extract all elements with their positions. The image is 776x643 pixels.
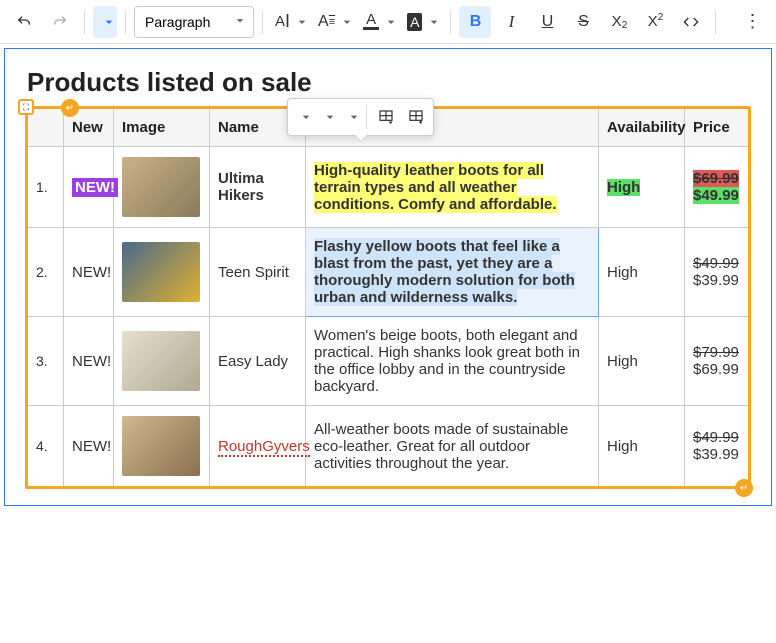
cell-availability[interactable]: High (599, 406, 685, 487)
table-floating-toolbar (287, 98, 434, 136)
heading-select-input[interactable]: Paragraph (134, 6, 254, 38)
chevron-down-icon (322, 109, 338, 125)
product-image[interactable] (122, 242, 200, 302)
cell-image[interactable] (114, 406, 210, 487)
th-price[interactable]: Price (685, 109, 749, 147)
table-row: 3. NEW! Easy Lady Women's beige boots, b… (28, 317, 749, 406)
cell-num[interactable]: 4. (28, 406, 64, 487)
cell-new[interactable]: NEW! (64, 228, 114, 317)
cell-new[interactable]: NEW! (64, 317, 114, 406)
cell-image[interactable] (114, 228, 210, 317)
undo-button[interactable] (8, 6, 40, 38)
cell-availability[interactable]: High (599, 147, 685, 228)
table-row: 4. NEW! RoughGyvers All-weather boots ma… (28, 406, 749, 487)
table-row: 2. NEW! Teen Spirit Flashy yellow boots … (28, 228, 749, 317)
price-new: $39.99 (693, 272, 739, 289)
cell-name[interactable]: Easy Lady (210, 317, 306, 406)
bold-button[interactable]: B (459, 6, 491, 38)
separator (125, 10, 126, 34)
cell-description[interactable]: Women's beige boots, both elegant and pr… (306, 317, 599, 406)
cell-num[interactable]: 2. (28, 228, 64, 317)
table-selection-handle-t[interactable]: ↵ (61, 99, 79, 117)
cell-availability[interactable]: High (599, 228, 685, 317)
chevron-down-icon (339, 14, 355, 30)
cell-description[interactable]: Flashy yellow boots that feel like a bla… (306, 228, 599, 317)
code-button[interactable] (675, 6, 707, 38)
separator (262, 10, 263, 34)
font-size-button[interactable]: AI (271, 6, 310, 38)
cell-description[interactable]: All-weather boots made of sustainable ec… (306, 406, 599, 487)
product-image[interactable] (122, 157, 200, 217)
editor-root: Paragraph AI A≡ A A B I U S X2 X2 (0, 0, 776, 643)
table-row-button[interactable] (314, 101, 338, 133)
cell-price[interactable]: $49.99 $39.99 (685, 228, 749, 317)
paint-format-button[interactable] (93, 6, 117, 38)
price-new: $49.99 (693, 187, 739, 204)
font-family-button[interactable]: A≡ (314, 6, 355, 38)
subscript-button[interactable]: X2 (603, 6, 635, 38)
cell-new[interactable]: NEW! (64, 406, 114, 487)
product-image[interactable] (122, 416, 200, 476)
cell-price[interactable]: $69.99 $49.99 (685, 147, 749, 228)
price-new: $69.99 (693, 361, 739, 378)
price-new: $39.99 (693, 446, 739, 463)
cell-description[interactable]: High-quality leather boots for all terra… (306, 147, 599, 228)
chevron-down-icon (383, 14, 399, 30)
cell-name[interactable]: Teen Spirit (210, 228, 306, 317)
underline-button[interactable]: U (531, 6, 563, 38)
chevron-down-icon (346, 109, 362, 125)
cell-name[interactable]: Ultima Hikers (210, 147, 306, 228)
heading-select[interactable]: Paragraph (134, 6, 254, 38)
price-old: $49.99 (693, 255, 739, 272)
strikethrough-button[interactable]: S (567, 6, 599, 38)
cell-image[interactable] (114, 147, 210, 228)
cell-availability[interactable]: High (599, 317, 685, 406)
chevron-down-icon (426, 14, 442, 30)
cell-image[interactable] (114, 317, 210, 406)
products-table[interactable]: New Image Name Description Availability … (27, 108, 749, 487)
new-badge: NEW! (72, 178, 118, 197)
separator (84, 10, 85, 34)
table-selection-handle-tl[interactable]: ⛶ (18, 99, 34, 115)
table-container: ⛶ ↵ ↵ New Image Name Description Availab… (27, 108, 749, 487)
table-row: 1. NEW! Ultima Hikers High-quality leath… (28, 147, 749, 228)
font-color-button[interactable]: A (359, 6, 399, 38)
more-button[interactable]: ⋮ (736, 6, 768, 38)
separator (715, 10, 716, 34)
redo-button[interactable] (44, 6, 76, 38)
editor-content[interactable]: Products listed on sale (4, 48, 772, 506)
italic-button[interactable]: I (495, 6, 527, 38)
chevron-down-icon (101, 14, 117, 30)
separator (366, 105, 367, 129)
cell-new[interactable]: NEW! (64, 147, 114, 228)
price-old: $49.99 (693, 429, 739, 446)
price-old: $79.99 (693, 344, 739, 361)
cell-price[interactable]: $49.99 $39.99 (685, 406, 749, 487)
table-properties-button[interactable] (401, 102, 431, 132)
price-old: $69.99 (693, 170, 739, 187)
table-caption-button[interactable] (371, 102, 401, 132)
th-availability[interactable]: Availability (599, 109, 685, 147)
table-selection-handle-br[interactable]: ↵ (735, 479, 753, 497)
chevron-down-icon (298, 109, 314, 125)
superscript-button[interactable]: X2 (639, 6, 671, 38)
cell-num[interactable]: 3. (28, 317, 64, 406)
th-image[interactable]: Image (114, 109, 210, 147)
product-image[interactable] (122, 331, 200, 391)
separator (450, 10, 451, 34)
table-column-button[interactable] (290, 101, 314, 133)
highlight-color-button[interactable]: A (403, 6, 442, 38)
cell-name[interactable]: RoughGyvers (210, 406, 306, 487)
main-toolbar: Paragraph AI A≡ A A B I U S X2 X2 (0, 0, 776, 44)
kebab-icon: ⋮ (744, 11, 761, 32)
cell-num[interactable]: 1. (28, 147, 64, 228)
table-merge-button[interactable] (338, 101, 362, 133)
chevron-down-icon (294, 14, 310, 30)
page-title[interactable]: Products listed on sale (27, 67, 749, 98)
cell-price[interactable]: $79.99 $69.99 (685, 317, 749, 406)
